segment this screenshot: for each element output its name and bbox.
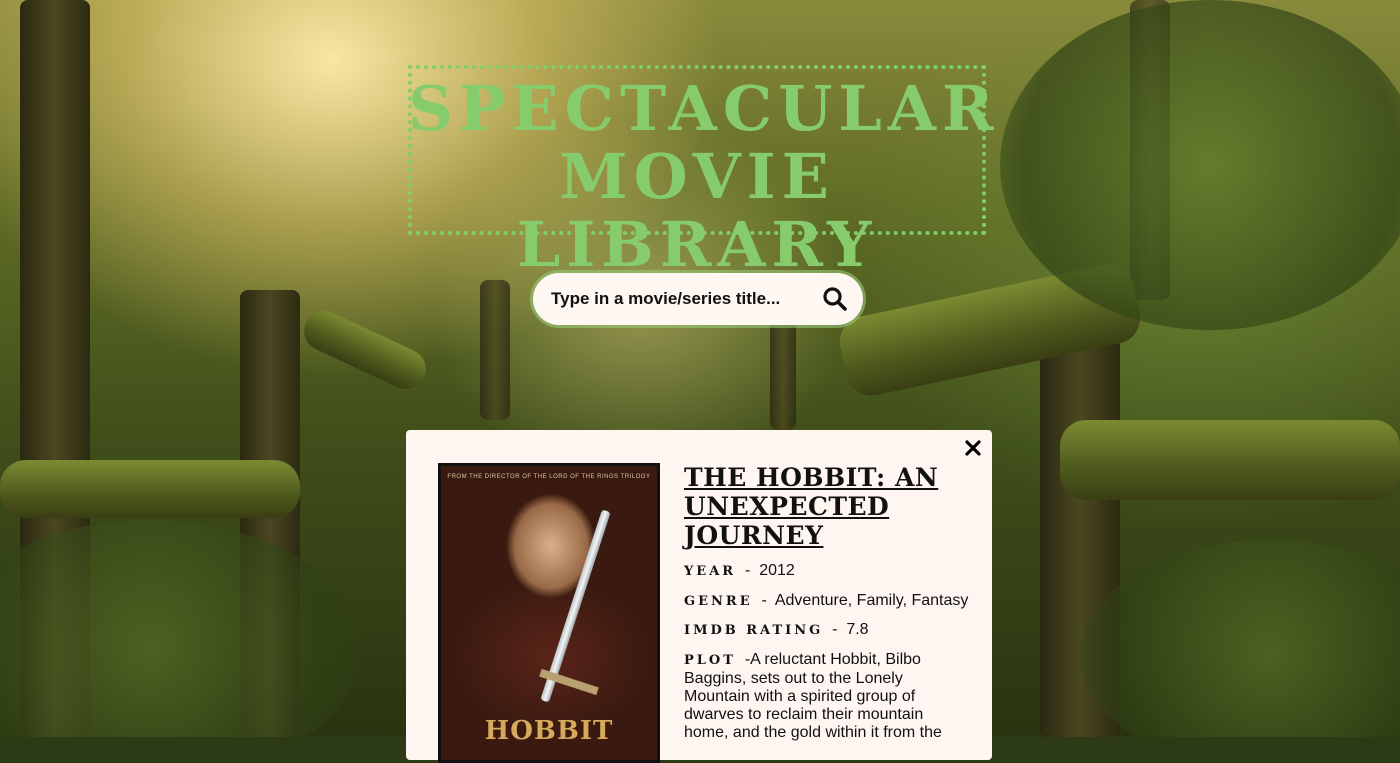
plot-row: PLOT -A reluctant Hobbit, Bilbo Baggins,… bbox=[684, 651, 942, 741]
search-input[interactable] bbox=[549, 288, 803, 310]
rating-value: 7.8 bbox=[846, 621, 869, 638]
page-title: SPECTACULAR MOVIE LIBRARY bbox=[408, 72, 1000, 281]
close-button[interactable] bbox=[960, 434, 986, 460]
genre-label: GENRE bbox=[684, 594, 753, 609]
year-row: YEAR - 2012 bbox=[684, 562, 795, 579]
genre-row: GENRE - Adventure, Family, Fantasy bbox=[684, 592, 969, 609]
movie-poster: FROM THE DIRECTOR OF THE LORD OF THE RIN… bbox=[438, 463, 660, 763]
plot-label: PLOT bbox=[684, 653, 736, 668]
movie-title: THE HOBBIT: AN UNEXPECTED JOURNEY bbox=[684, 463, 939, 550]
movie-detail-modal: FROM THE DIRECTOR OF THE LORD OF THE RIN… bbox=[406, 430, 992, 763]
poster-tagline: FROM THE DIRECTOR OF THE LORD OF THE RIN… bbox=[447, 474, 651, 480]
poster-logo: HOBBIT bbox=[484, 716, 614, 746]
rating-row: IMDB RATING - 7.8 bbox=[684, 621, 869, 638]
rating-label: IMDB RATING bbox=[684, 623, 824, 638]
year-value: 2012 bbox=[759, 562, 795, 579]
search-icon bbox=[823, 287, 847, 311]
search-bar bbox=[533, 273, 863, 325]
year-label: YEAR bbox=[684, 564, 737, 579]
close-icon bbox=[965, 440, 981, 456]
genre-value: Adventure, Family, Fantasy bbox=[774, 592, 969, 609]
search-button[interactable] bbox=[821, 285, 849, 313]
